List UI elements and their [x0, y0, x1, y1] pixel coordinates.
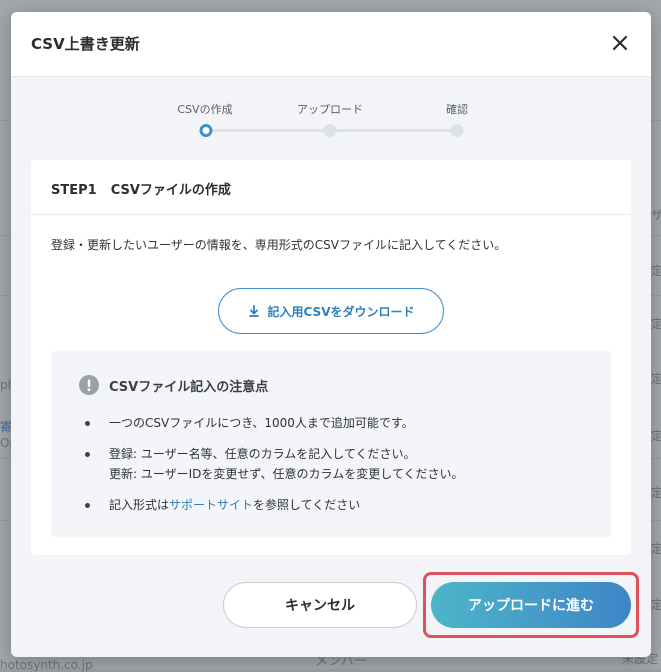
- note-text: 登録: ユーザー名等、任意のカラムを記入してください。: [109, 447, 416, 461]
- dialog-header: CSV上書き更新: [11, 12, 651, 77]
- step-number: STEP1: [51, 183, 97, 198]
- notes-box: CSVファイル記入の注意点 一つのCSVファイルにつき、1000人まで追加可能で…: [51, 351, 611, 537]
- stepper: CSVの作成 アップロード 確認: [11, 76, 651, 166]
- bullet: [85, 452, 90, 457]
- download-icon: [248, 305, 259, 317]
- card-title: STEP1 CSVファイルの作成: [51, 179, 231, 198]
- exclamation-icon: [79, 375, 99, 395]
- bg-text: 定: [651, 372, 661, 386]
- bg-text: ザ: [651, 208, 661, 222]
- note-text: 一つのCSVファイルにつき、1000人まで追加可能です。: [109, 416, 414, 430]
- bullet: [85, 421, 90, 426]
- bg-text: 定: [651, 429, 661, 443]
- notes-title: CSVファイル記入の注意点: [109, 379, 269, 395]
- step-dot-upload: [323, 124, 337, 137]
- close-icon: [612, 35, 628, 51]
- note-text: を参照してください: [253, 498, 361, 512]
- step-label-upload: アップロード: [297, 103, 363, 116]
- dialog-title: CSV上書き更新: [31, 35, 140, 53]
- notes-list: 一つのCSVファイルにつき、1000人まで追加可能です。 登録: ユーザー名等、…: [85, 413, 591, 526]
- note-text: 更新: ユーザーIDを変更せず、任意のカラムを変更してください。: [109, 467, 464, 481]
- bg-text: 定: [651, 317, 661, 331]
- bg-text: hotosynth.co.jp: [0, 658, 93, 672]
- note-item: 記入形式はサポートサイトを参照してください: [85, 495, 591, 515]
- download-csv-label: 記入用CSVをダウンロード: [267, 304, 415, 319]
- step-dot-create: [199, 124, 213, 137]
- close-button[interactable]: [609, 32, 631, 54]
- support-site-link[interactable]: サポートサイト: [169, 498, 253, 512]
- step-label-confirm: 確認: [446, 103, 468, 116]
- note-item: 一つのCSVファイルにつき、1000人まで追加可能です。: [85, 413, 591, 433]
- step-label-create: CSVの作成: [177, 103, 233, 116]
- proceed-to-upload-button[interactable]: アップロードに進む: [431, 582, 631, 628]
- download-csv-button[interactable]: 記入用CSVをダウンロード: [218, 288, 444, 334]
- bg-text: 定: [651, 264, 661, 278]
- step-dot-confirm: [450, 124, 464, 137]
- note-text: 記入形式は: [109, 498, 170, 512]
- note-item: 登録: ユーザー名等、任意のカラムを記入してください。 更新: ユーザーIDを変…: [85, 444, 591, 484]
- bg-text: 定: [651, 598, 661, 612]
- bullet: [85, 503, 90, 508]
- notes-header: CSVファイル記入の注意点: [79, 375, 268, 395]
- bg-text: 定: [651, 486, 661, 500]
- bg-text: 定: [651, 542, 661, 556]
- csv-overwrite-dialog: CSV上書き更新 CSVの作成 アップロード 確認 STEP1 CSVファイルの作…: [11, 12, 651, 657]
- step-title: CSVファイルの作成: [110, 183, 231, 198]
- cancel-button[interactable]: キャンセル: [223, 582, 417, 628]
- card-description: 登録・更新したいユーザーの情報を、専用形式のCSVファイルに記入してください。: [51, 238, 507, 252]
- card-header: STEP1 CSVファイルの作成: [31, 160, 631, 215]
- step-card: STEP1 CSVファイルの作成 登録・更新したいユーザーの情報を、専用形式のCS…: [31, 160, 631, 555]
